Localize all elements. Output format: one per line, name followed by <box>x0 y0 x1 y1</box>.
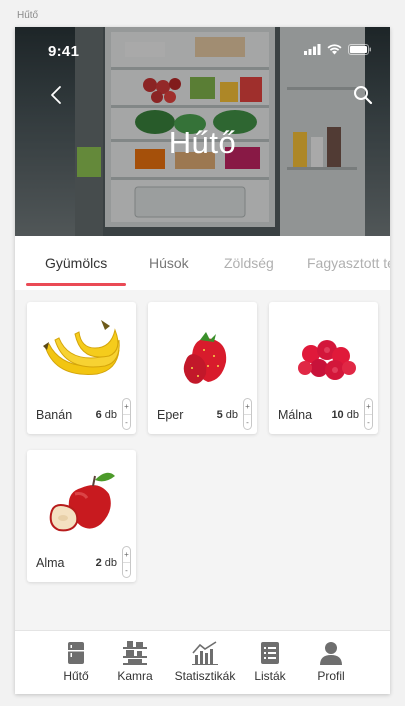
quantity-stepper: + - <box>364 398 373 430</box>
increment-button[interactable]: + <box>123 399 130 414</box>
nav-label: Statisztikák <box>174 669 236 683</box>
tab-fruit[interactable]: Gyümölcs <box>45 255 107 271</box>
nav-label: Profil <box>317 669 345 683</box>
decrement-button[interactable]: - <box>244 414 251 429</box>
decrement-button[interactable]: - <box>123 562 130 577</box>
product-quantity: 6 db <box>95 409 117 421</box>
status-time: 9:41 <box>48 43 80 60</box>
product-name: Alma <box>36 556 65 570</box>
apple-image <box>49 472 115 532</box>
statistics-icon <box>192 641 218 665</box>
category-tabs: Gyümölcs Húsok Zöldség Fagyasztott termé… <box>15 236 390 290</box>
phone-screen: 9:41 Hűtő Gyümölcs Húsok Zöldség Fagyasz… <box>15 27 390 694</box>
search-icon[interactable] <box>352 84 374 106</box>
quantity-stepper: + - <box>122 546 131 578</box>
product-card-raspberry[interactable]: Málna 10 db + - <box>269 302 378 434</box>
fridge-icon <box>68 642 84 664</box>
product-name: Málna <box>278 408 313 422</box>
list-icon <box>261 642 279 664</box>
raspberry-image <box>298 340 356 380</box>
nav-statistics[interactable]: Statisztikák <box>168 641 242 683</box>
strawberry-image <box>183 332 227 384</box>
tab-indicator <box>26 283 126 286</box>
product-quantity: 10 db <box>331 409 359 421</box>
decrement-button[interactable]: - <box>123 414 130 429</box>
increment-button[interactable]: + <box>123 547 130 562</box>
increment-button[interactable]: + <box>244 399 251 414</box>
page-title: Hűtő <box>168 125 237 160</box>
tab-frozen[interactable]: Fagyasztott termékek <box>307 255 390 271</box>
hero-header: 9:41 Hűtő <box>15 27 390 236</box>
profile-icon <box>320 642 342 665</box>
back-icon[interactable] <box>47 85 67 105</box>
product-quantity: 2 db <box>95 557 117 569</box>
quantity-stepper: + - <box>243 398 252 430</box>
nav-pantry[interactable]: Kamra <box>98 641 172 683</box>
status-bar: 9:41 <box>15 27 390 71</box>
tab-vegetables[interactable]: Zöldség <box>224 255 274 271</box>
product-quantity: 5 db <box>216 409 238 421</box>
decrement-button[interactable]: - <box>365 414 372 429</box>
status-icons <box>304 44 372 55</box>
product-grid: Banán 6 db + - Eper 5 db + - Málna 10 db… <box>15 290 390 630</box>
tab-meat[interactable]: Húsok <box>149 255 189 271</box>
wifi-icon <box>327 44 342 55</box>
product-name: Eper <box>157 408 184 422</box>
frame-label: Hűtő <box>17 10 39 21</box>
banana-image <box>43 320 120 375</box>
product-card-strawberry[interactable]: Eper 5 db + - <box>148 302 257 434</box>
nav-profile[interactable]: Profil <box>294 641 368 683</box>
product-card-banana[interactable]: Banán 6 db + - <box>27 302 136 434</box>
quantity-stepper: + - <box>122 398 131 430</box>
product-name: Banán <box>36 408 73 422</box>
nav-label: Kamra <box>117 669 153 683</box>
battery-icon <box>348 44 371 55</box>
signal-icon <box>304 44 321 55</box>
bottom-navigation: Hűtő Kamra Statisztikák Listák Profil <box>15 630 390 694</box>
product-card-apple[interactable]: Alma 2 db + - <box>27 450 136 582</box>
increment-button[interactable]: + <box>365 399 372 414</box>
pantry-icon <box>123 641 147 665</box>
